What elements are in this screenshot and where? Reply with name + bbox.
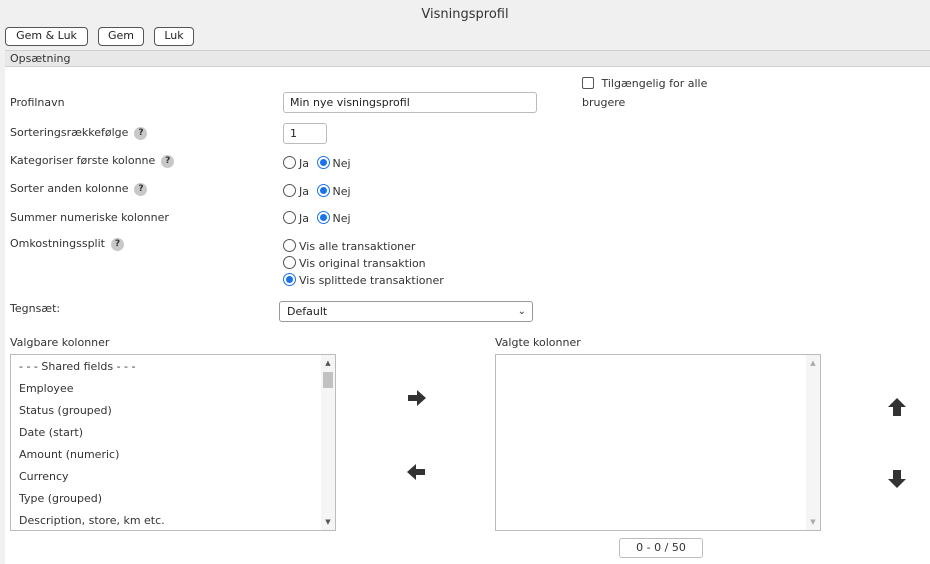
list-item[interactable]: Date (start) bbox=[11, 422, 335, 444]
list-item[interactable]: - - - Shared fields - - - bbox=[11, 356, 335, 378]
available-columns-label: Valgbare kolonner bbox=[10, 336, 110, 349]
cost-split-all-label: Vis alle transaktioner bbox=[299, 240, 416, 253]
chevron-down-icon: ⌄ bbox=[517, 306, 526, 317]
sum-numeric-no-radio[interactable] bbox=[316, 211, 330, 224]
categorize-yes-radio[interactable] bbox=[283, 156, 296, 169]
scroll-up-icon[interactable]: ▲ bbox=[321, 357, 335, 369]
cost-split-original-label: Vis original transaktion bbox=[299, 257, 426, 270]
list-item[interactable]: Status (grouped) bbox=[11, 400, 335, 422]
cost-split-label-text: Omkostningssplit bbox=[10, 237, 105, 250]
move-down-arrow-icon[interactable] bbox=[888, 470, 906, 491]
move-up-arrow-icon[interactable] bbox=[888, 398, 906, 419]
cost-split-option: Vis original transaktion bbox=[283, 256, 430, 270]
cost-split-label: Omkostningssplit? bbox=[10, 237, 124, 251]
sort-second-yes-radio[interactable] bbox=[283, 184, 296, 197]
yes-label: Ja bbox=[299, 157, 309, 170]
sort-second-no-radio[interactable] bbox=[316, 184, 330, 197]
profile-name-label: Profilnavn bbox=[10, 96, 65, 109]
available-columns-scrollbar[interactable]: ▲ ▼ bbox=[321, 355, 335, 530]
save-button[interactable]: Gem bbox=[98, 27, 144, 46]
profile-name-input[interactable]: Min nye visningsprofil bbox=[283, 92, 537, 113]
help-icon[interactable]: ? bbox=[110, 238, 124, 251]
no-label: Nej bbox=[332, 212, 351, 225]
save-close-button[interactable]: Gem & Luk bbox=[5, 27, 88, 46]
help-icon[interactable]: ? bbox=[161, 155, 175, 168]
categorize-label-text: Kategoriser første kolonne bbox=[10, 154, 156, 167]
scroll-up-icon[interactable]: ▲ bbox=[806, 357, 820, 369]
sum-numeric-yes-radio[interactable] bbox=[283, 211, 296, 224]
cost-split-split-radio[interactable] bbox=[283, 273, 296, 286]
charset-value: Default bbox=[287, 305, 328, 318]
no-label: Nej bbox=[332, 157, 351, 170]
selected-columns-list[interactable]: ▲ ▼ bbox=[495, 354, 821, 531]
list-item[interactable]: Currency bbox=[11, 466, 335, 488]
sum-numeric-radio-group: Ja Nej bbox=[283, 211, 355, 225]
section-header: Opsætning bbox=[5, 50, 930, 67]
scroll-down-icon[interactable]: ▼ bbox=[321, 516, 335, 528]
cost-split-original-radio[interactable] bbox=[283, 256, 296, 269]
charset-select[interactable]: Default ⌄ bbox=[279, 301, 533, 322]
categorize-label: Kategoriser første kolonne? bbox=[10, 154, 175, 168]
selected-columns-scrollbar[interactable]: ▲ ▼ bbox=[806, 355, 820, 530]
sort-order-label: Sorteringsrækkefølge? bbox=[10, 126, 148, 140]
cost-split-option: Vis alle transaktioner bbox=[283, 239, 419, 253]
list-item[interactable]: Employee bbox=[11, 378, 335, 400]
window-title: Visningsprofil bbox=[421, 7, 509, 22]
scroll-thumb[interactable] bbox=[323, 372, 333, 388]
column-counter: 0 - 0 / 50 bbox=[619, 538, 703, 558]
cost-split-option: Vis splittede transaktioner bbox=[283, 273, 448, 287]
settings-panel: Opsætning Profilnavn Min nye visningspro… bbox=[5, 50, 930, 564]
available-for-all-label: Tilgængelig for alle bbox=[601, 77, 708, 90]
sort-order-label-text: Sorteringsrækkefølge bbox=[10, 126, 129, 139]
sort-second-label-text: Sorter anden kolonne bbox=[10, 182, 129, 195]
close-button[interactable]: Luk bbox=[154, 27, 194, 46]
scroll-down-icon[interactable]: ▼ bbox=[806, 516, 820, 528]
yes-label: Ja bbox=[299, 185, 309, 198]
cost-split-all-radio[interactable] bbox=[283, 239, 296, 252]
list-item[interactable]: Description, store, km etc. bbox=[11, 510, 335, 530]
available-columns-list[interactable]: - - - Shared fields - - - Employee Status … bbox=[10, 354, 336, 531]
sort-order-input[interactable]: 1 bbox=[283, 123, 327, 144]
categorize-radio-group: Ja Nej bbox=[283, 156, 355, 170]
sort-second-radio-group: Ja Nej bbox=[283, 184, 355, 198]
move-right-arrow-icon[interactable] bbox=[408, 390, 426, 409]
available-for-all-label-line2: brugere bbox=[582, 96, 626, 109]
no-label: Nej bbox=[332, 185, 351, 198]
available-for-all-checkbox[interactable] bbox=[582, 77, 594, 89]
help-icon[interactable]: ? bbox=[134, 183, 148, 196]
yes-label: Ja bbox=[299, 212, 309, 225]
list-item[interactable]: Type (grouped) bbox=[11, 488, 335, 510]
selected-columns-label: Valgte kolonner bbox=[495, 336, 581, 349]
sort-second-label: Sorter anden kolonne? bbox=[10, 182, 148, 196]
categorize-no-radio[interactable] bbox=[316, 156, 330, 169]
cost-split-split-label: Vis splittede transaktioner bbox=[299, 274, 444, 287]
sum-numeric-label: Summer numeriske kolonner bbox=[10, 211, 169, 224]
move-left-arrow-icon[interactable] bbox=[407, 464, 425, 483]
charset-label: Tegnsæt: bbox=[10, 302, 61, 315]
help-icon[interactable]: ? bbox=[134, 127, 148, 140]
list-item[interactable]: Amount (numeric) bbox=[11, 444, 335, 466]
available-for-all: Tilgængelig for alle bbox=[582, 77, 707, 90]
